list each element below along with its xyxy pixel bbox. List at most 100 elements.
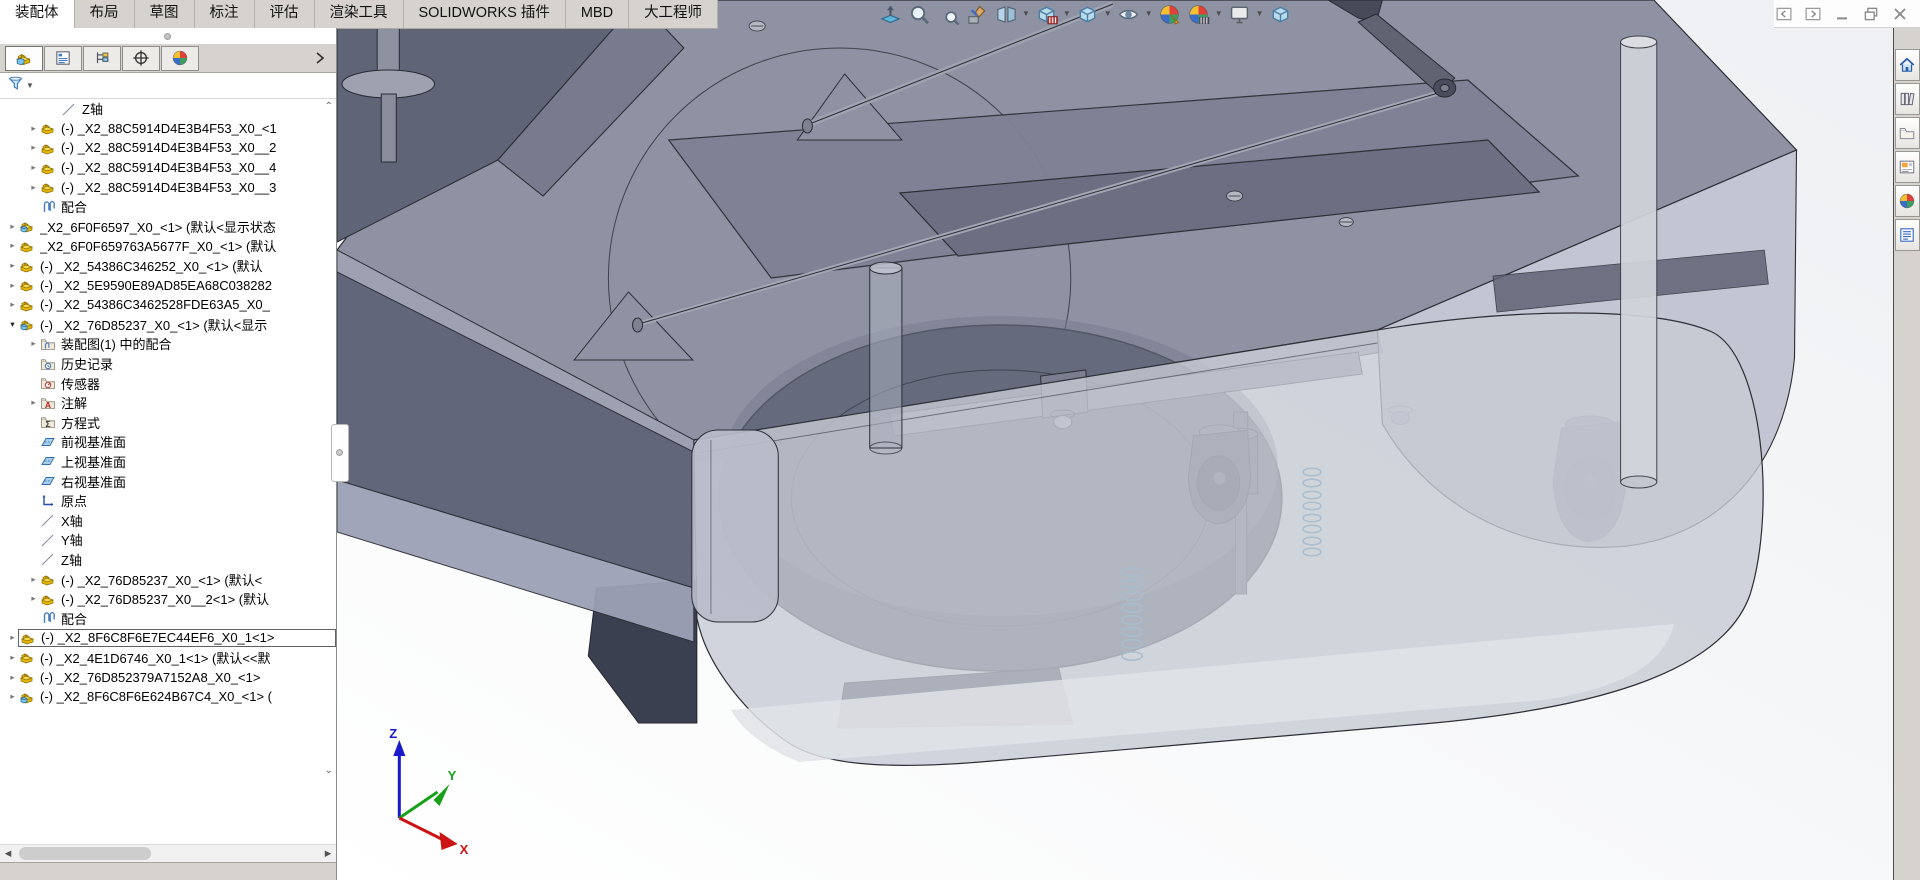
tree-row[interactable]: ▸ (-) _X2_88C5914D4E3B4F53_X0__3 [0, 177, 336, 197]
collapse-right-icon[interactable] [1803, 4, 1823, 24]
dropdown-caret-icon[interactable]: ▼ [1256, 1, 1264, 27]
expand-arrow-icon[interactable]: ▸ [28, 142, 39, 153]
tree-row[interactable]: ▾ (-) _X2_76D85237_X0_<1> (默认<显示 [0, 315, 336, 335]
tree-row[interactable]: Σ 方程式 [0, 413, 336, 433]
view-orientation-icon[interactable] [1034, 1, 1060, 27]
expand-arrow-icon[interactable]: ▸ [7, 280, 18, 291]
3d-drawing-view-icon[interactable] [1268, 1, 1294, 27]
edit-appearance-icon[interactable] [1157, 1, 1183, 27]
graphics-area[interactable]: Z Y X ▼ ▼ ▼ ▼ ▼ ▼ [337, 0, 1893, 880]
dropdown-caret-icon[interactable]: ▼ [1215, 1, 1223, 27]
tree-row[interactable]: Z轴 [0, 99, 336, 119]
dropdown-caret-icon[interactable]: ▼ [1104, 1, 1112, 27]
tree-row[interactable]: 历史记录 [0, 354, 336, 374]
expand-arrow-icon[interactable]: ▸ [7, 240, 18, 251]
expand-arrow-icon[interactable]: ▸ [7, 691, 18, 702]
minimize-icon[interactable] [1832, 4, 1852, 24]
chevron-right-icon[interactable] [312, 50, 328, 66]
dimxpertmanager-icon[interactable] [122, 45, 160, 71]
expand-arrow-icon[interactable]: ▸ [7, 632, 18, 643]
tree-row[interactable]: X轴 [0, 510, 336, 530]
menu-tab-7[interactable]: SOLIDWORKS 插件 [404, 0, 566, 28]
tree-row[interactable]: 上视基准面 [0, 452, 336, 472]
tree-row[interactable]: ▸ (-) _X2_8F6C8F6E7EC44EF6_X0_1<1> [0, 628, 336, 648]
model-3d-view[interactable]: Z Y X [337, 0, 1893, 880]
tree-scroll-down-icon[interactable]: ⌄ [325, 765, 333, 776]
dynamic-annotation-views-icon[interactable] [993, 1, 1019, 27]
tree-row[interactable]: ▸ (-) _X2_5E9590E89AD85EA68C038282 [0, 275, 336, 295]
expand-arrow-icon[interactable]: ▸ [28, 162, 39, 173]
menu-tab-5[interactable]: 评估 [255, 0, 315, 28]
menu-tab-1[interactable]: 装配体 [0, 0, 75, 28]
scrollbar-thumb[interactable] [19, 847, 151, 860]
custom-properties-icon[interactable] [1894, 219, 1920, 251]
display-style-icon[interactable] [1075, 1, 1101, 27]
file-explorer-icon[interactable] [1894, 117, 1920, 149]
configurationmanager-icon[interactable] [83, 45, 121, 71]
tree-row[interactable]: ▸ (-) _X2_4E1D6746_X0_1<1> (默认<<默 [0, 648, 336, 668]
tree-row[interactable]: ▸ (-) _X2_88C5914D4E3B4F53_X0__4 [0, 158, 336, 178]
tree-horizontal-scrollbar[interactable]: ◀ ▶ [0, 844, 336, 862]
tree-row[interactable]: 右视基准面 [0, 471, 336, 491]
expand-arrow-icon[interactable]: ▸ [28, 182, 39, 193]
restore-icon[interactable] [1861, 4, 1881, 24]
tree-row[interactable]: 配合 [0, 608, 336, 628]
scroll-right-icon[interactable]: ▶ [320, 848, 336, 859]
displaymanager-icon[interactable] [161, 45, 199, 71]
expand-arrow-icon[interactable]: ▸ [28, 397, 39, 408]
resources-home-icon[interactable] [1894, 49, 1920, 81]
filter-dropdown-caret-icon[interactable]: ▼ [26, 81, 34, 90]
tree-row[interactable]: ▸ (-) _X2_88C5914D4E3B4F53_X0_<1 [0, 119, 336, 139]
featuremanager-tree-icon[interactable] [5, 45, 43, 71]
expand-arrow-icon[interactable]: ▸ [28, 123, 39, 134]
tree-row[interactable]: ▸ (-) _X2_76D85237_X0__2<1> (默认 [0, 589, 336, 609]
view-settings-icon[interactable] [1227, 1, 1253, 27]
menu-tab-4[interactable]: 标注 [195, 0, 255, 28]
view-palette-icon[interactable] [1894, 151, 1920, 183]
tree-row[interactable]: ▸ (-) _X2_88C5914D4E3B4F53_X0__2 [0, 138, 336, 158]
tree-row[interactable]: Y轴 [0, 530, 336, 550]
collapse-left-icon[interactable] [1774, 4, 1794, 24]
expand-arrow-icon[interactable]: ▸ [7, 260, 18, 271]
design-library-icon[interactable] [1894, 83, 1920, 115]
previous-view-icon[interactable] [935, 1, 961, 27]
panel-splitter-handle[interactable] [331, 424, 349, 482]
filter-funnel-icon[interactable] [7, 75, 24, 97]
expand-arrow-icon[interactable]: ▸ [7, 672, 18, 683]
zoom-to-area-icon[interactable] [906, 1, 932, 27]
tree-row[interactable]: ▸ _X2_6F0F659763A5677F_X0_<1> (默认 [0, 236, 336, 256]
expand-arrow-icon[interactable]: ▸ [7, 221, 18, 232]
tree-row[interactable]: ▸ A 注解 [0, 393, 336, 413]
tree-row[interactable]: ▸ (-) _X2_76D85237_X0_<1> (默认< [0, 569, 336, 589]
close-icon[interactable] [1890, 4, 1910, 24]
expand-arrow-icon[interactable]: ▸ [28, 574, 39, 585]
expand-arrow-icon[interactable]: ▾ [7, 319, 18, 330]
tree-row[interactable]: ▸ 装配图(1) 中的配合 [0, 334, 336, 354]
scroll-left-icon[interactable]: ◀ [0, 848, 16, 859]
expand-arrow-icon[interactable]: ▸ [28, 338, 39, 349]
tree-row[interactable]: ▸ _X2_6F0F6597_X0_<1> (默认<显示状态 [0, 217, 336, 237]
dropdown-caret-icon[interactable]: ▼ [1063, 1, 1071, 27]
tree-row[interactable]: 前视基准面 [0, 432, 336, 452]
tree-row[interactable]: ▸ (-) _X2_8F6C8F6E624B67C4_X0_<1> ( [0, 687, 336, 707]
menu-tab-8[interactable]: MBD [566, 0, 630, 28]
menu-tab-6[interactable]: 渲染工具 [315, 0, 404, 28]
menu-tab-2[interactable]: 布局 [75, 0, 135, 28]
propertymanager-icon[interactable] [44, 45, 82, 71]
tree-row[interactable]: Z轴 [0, 550, 336, 570]
tree-row[interactable]: ▸ (-) _X2_54386C3462528FDE63A5_X0_ [0, 295, 336, 315]
tree-row[interactable]: ▸ (-) _X2_76D852379A7152A8_X0_<1> [0, 667, 336, 687]
tree-row[interactable]: 原点 [0, 491, 336, 511]
dropdown-caret-icon[interactable]: ▼ [1022, 1, 1030, 27]
expand-arrow-icon[interactable]: ▸ [7, 652, 18, 663]
dropdown-caret-icon[interactable]: ▼ [1145, 1, 1153, 27]
menu-tab-3[interactable]: 草图 [135, 0, 195, 28]
section-view-icon[interactable] [964, 1, 990, 27]
apply-scene-icon[interactable] [1186, 1, 1212, 27]
zoom-to-fit-icon[interactable] [877, 1, 903, 27]
expand-arrow-icon[interactable]: ▸ [7, 299, 18, 310]
menu-tab-9[interactable]: 大工程师 [629, 0, 719, 28]
appearances-scenes-icon[interactable] [1894, 185, 1920, 217]
hide-show-items-icon[interactable] [1116, 1, 1142, 27]
tree-row[interactable]: ▸ (-) _X2_54386C346252_X0_<1> (默认 [0, 256, 336, 276]
